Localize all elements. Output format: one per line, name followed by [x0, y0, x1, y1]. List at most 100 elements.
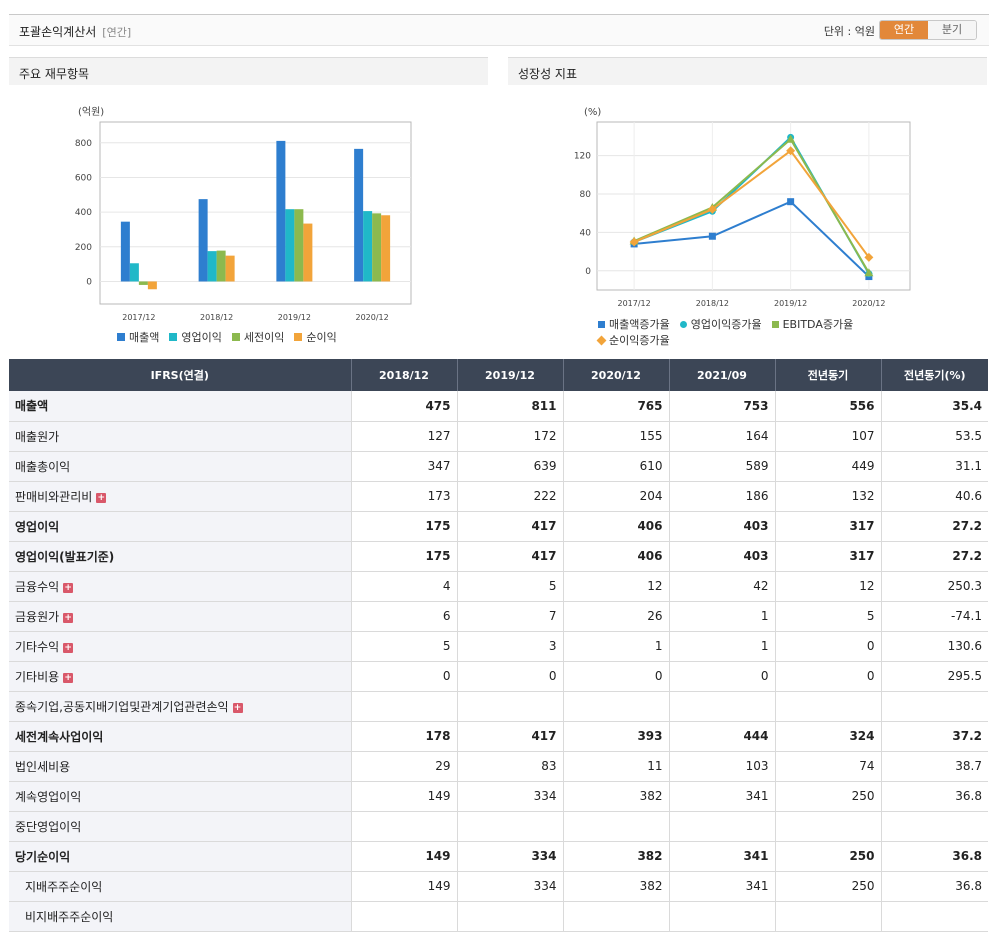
legend-item: 매출액 [117, 329, 159, 345]
table-cell: 1 [668, 601, 775, 632]
table-cell: 35.4 [880, 391, 988, 422]
row-label: 법인세비용 [9, 751, 351, 782]
expand-plus-icon[interactable]: + [232, 702, 243, 713]
row-label: 당기순이익 [9, 841, 351, 872]
table-row: 금융수익 +4 5 12 42 12 250.3 [9, 571, 988, 602]
table-cell: 403 [668, 541, 775, 572]
table-row: 매출액 475 811 765 753 556 35.4 [9, 391, 988, 422]
x-tick-label: 2020/12 [356, 313, 389, 322]
column-header-period: 2021/09 [668, 359, 775, 391]
expand-plus-icon[interactable]: + [63, 612, 74, 623]
row-label: 중단영업이익 [9, 811, 351, 842]
legend-label: 매출액증가율 [609, 318, 670, 331]
table-cell: 5 [456, 571, 563, 602]
table-cell: 449 [774, 451, 881, 482]
y-tick-label: 800 [75, 139, 92, 149]
x-tick-label: 2020/12 [852, 299, 885, 308]
legend-item: 영업이익 [169, 329, 222, 345]
period-toggle: 연간 분기 [879, 20, 977, 40]
legend-swatch [117, 333, 125, 341]
table-cell [880, 901, 988, 932]
row-label-text: 영업이익 [15, 519, 60, 534]
row-label-text: 종속기업,공동지배기업및관계기업관련손익 [15, 699, 229, 714]
table-cell: 36.8 [880, 781, 988, 812]
y-tick-label: 0 [585, 267, 591, 277]
column-header-period: 전년동기 [774, 359, 881, 391]
table-cell: 27.2 [880, 541, 988, 572]
table-cell: 295.5 [880, 661, 988, 692]
table-row: 매출총이익 347 639 610 589 449 31.1 [9, 451, 988, 482]
table-cell: 417 [456, 720, 563, 752]
tab-annual[interactable]: 연간 [880, 21, 928, 39]
table-cell: 765 [562, 391, 669, 422]
row-label-text: 금융수익 [15, 579, 60, 594]
table-cell [668, 901, 775, 932]
row-label-text: 판매비와관리비 [15, 489, 93, 504]
table-cell [774, 901, 881, 932]
row-label: 세전계속사업이익 [9, 720, 351, 752]
table-cell: 173 [350, 481, 457, 512]
key-financials-title: 주요 재무항목 [9, 57, 488, 85]
table-cell: 403 [668, 510, 775, 542]
table-cell: 6 [350, 601, 457, 632]
growth-line-chart: (%) 0 40 80 120 2017/12 2018/12 2019/12 2020/12 [574, 107, 911, 308]
row-label: 종속기업,공동지배기업및관계기업관련손익 + [9, 691, 351, 722]
legend-swatch [294, 333, 303, 341]
table-cell: 589 [668, 451, 775, 482]
column-header-period: 2018/12 [350, 359, 457, 391]
table-cell: 382 [562, 871, 669, 902]
row-label-text: 영업이익(발표기준) [15, 549, 115, 564]
table-cell [456, 901, 563, 932]
bar [354, 148, 364, 282]
table-cell: 341 [668, 781, 775, 812]
table-cell: 639 [456, 451, 563, 482]
expand-plus-icon[interactable]: + [63, 642, 74, 653]
table-cell: 0 [456, 661, 563, 692]
table-cell: 317 [774, 541, 881, 572]
table-cell: 27.2 [880, 510, 988, 542]
y-tick-label: 40 [580, 228, 592, 238]
table-cell [456, 691, 563, 722]
row-label-text: 비지배주주순이익 [25, 909, 114, 924]
table-cell: 83 [456, 751, 563, 782]
legend-swatch [231, 333, 240, 341]
table-cell: 250 [774, 871, 881, 902]
expand-plus-icon[interactable]: + [96, 492, 107, 503]
table-cell: 341 [668, 871, 775, 902]
table-row: 지배주주순이익 149 334 382 341 250 36.8 [9, 871, 988, 902]
table-cell [562, 811, 669, 842]
row-label-text: 기타수익 [15, 639, 60, 654]
table-cell: 38.7 [880, 751, 988, 782]
expand-plus-icon[interactable]: + [63, 672, 74, 683]
table-cell: 406 [562, 510, 669, 542]
y-tick-label: 80 [580, 190, 592, 200]
y-tick-label: 120 [574, 152, 591, 162]
row-label-text: 지배주주순이익 [25, 879, 103, 894]
column-header-item: IFRS(연결) [9, 359, 351, 391]
income-statement-table: IFRS(연결) 2018/12 2019/12 2020/12 2021/09 전년동기… [9, 359, 988, 932]
row-label: 계속영업이익 [9, 781, 351, 812]
table-cell: 74 [774, 751, 881, 782]
row-label-text: 매출총이익 [15, 459, 71, 474]
table-cell [774, 691, 881, 722]
legend-label: 세전이익 [243, 331, 285, 344]
table-cell: 164 [668, 421, 775, 452]
legend-item: 매출액증가율 [598, 316, 670, 332]
table-cell: 42 [668, 571, 775, 602]
table-row: 세전계속사업이익 178 417 393 444 324 37.2 [9, 720, 988, 752]
row-label: 비지배주주순이익 [9, 901, 351, 932]
tab-quarterly[interactable]: 분기 [928, 21, 976, 39]
table-cell: 186 [668, 481, 775, 512]
table-cell: 149 [350, 841, 457, 872]
table-cell: 132 [774, 481, 881, 512]
expand-plus-icon[interactable]: + [63, 582, 74, 593]
table-row: 비지배주주순이익 [9, 901, 988, 932]
table-cell: 149 [350, 871, 457, 902]
table-cell [350, 811, 457, 842]
table-cell: 556 [774, 391, 881, 422]
table-cell [350, 901, 457, 932]
table-cell: 103 [668, 751, 775, 782]
table-cell: 417 [456, 510, 563, 542]
row-label-text: 금융원가 [15, 609, 60, 624]
row-label: 기타비용 + [9, 661, 351, 692]
